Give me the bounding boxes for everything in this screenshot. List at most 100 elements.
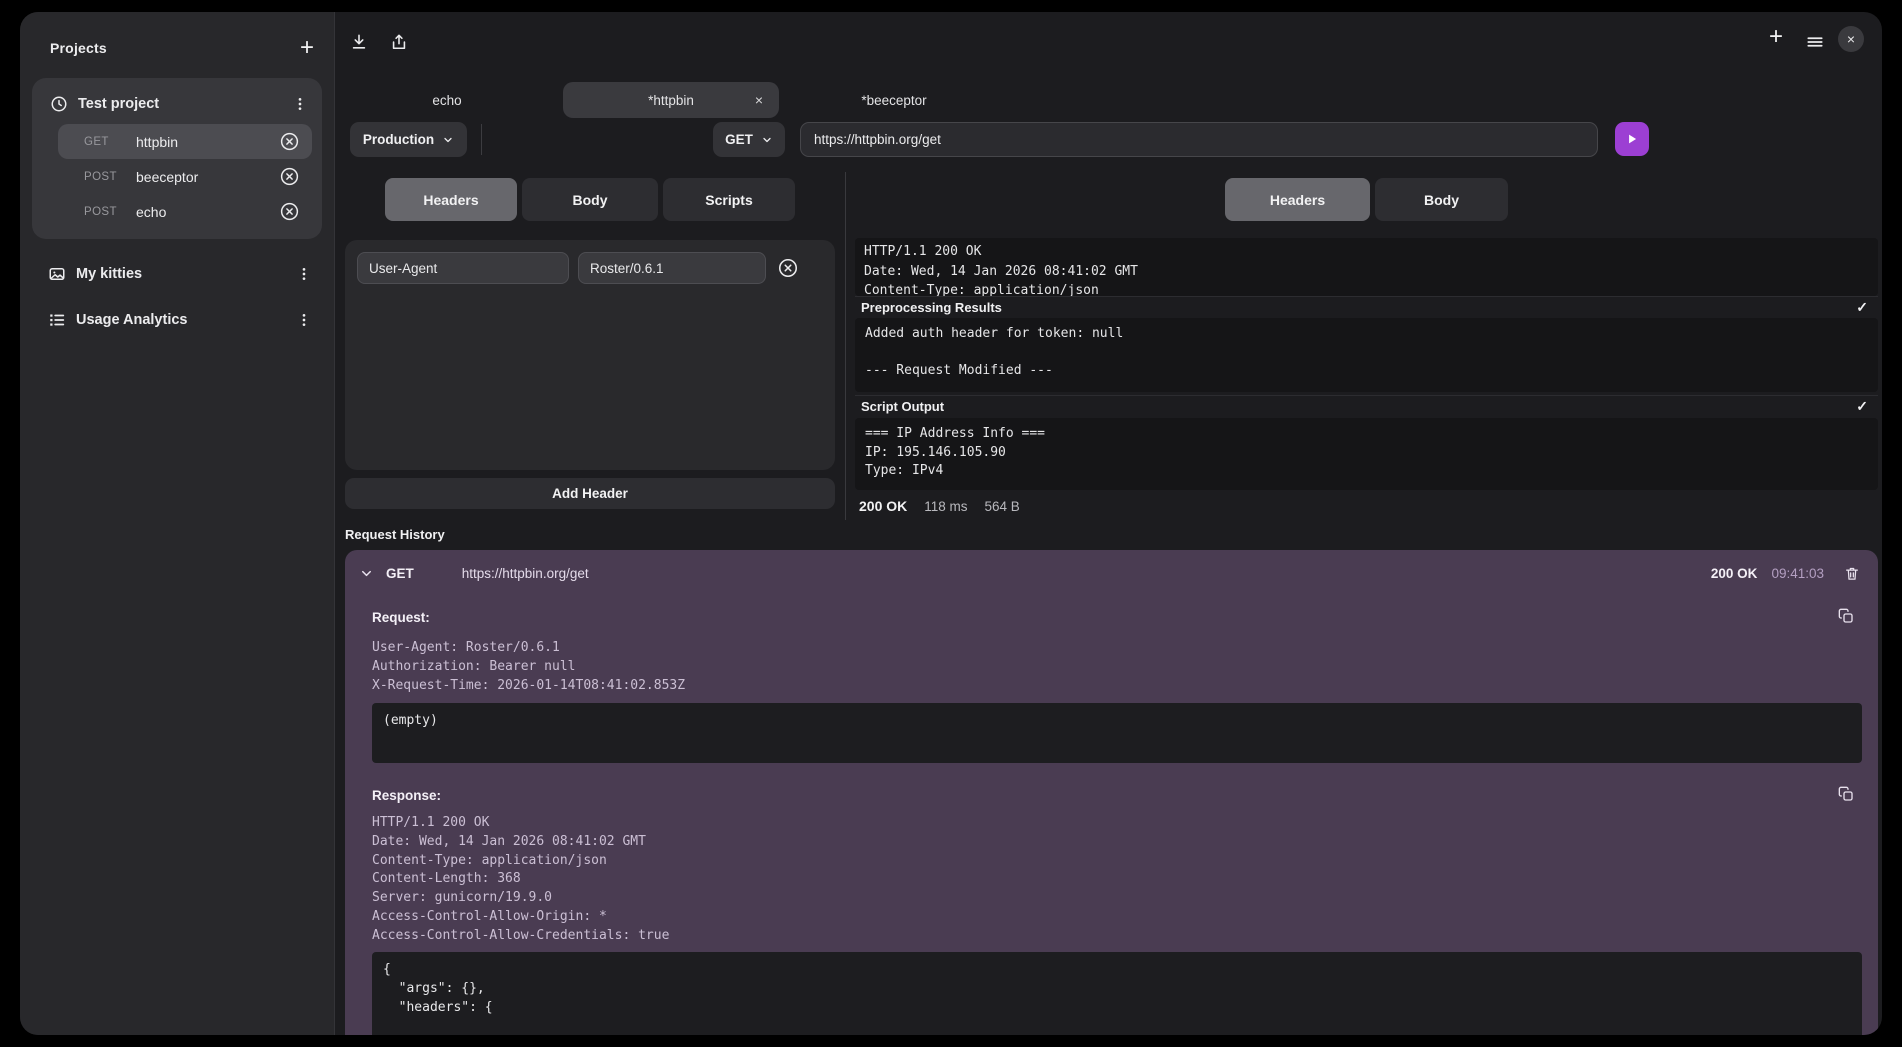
sidebar-header: Projects + — [32, 26, 322, 70]
tab-request-scripts[interactable]: Scripts — [663, 178, 795, 221]
kebab-icon — [292, 96, 308, 112]
share-button[interactable] — [387, 30, 411, 54]
trash-icon — [1844, 565, 1860, 582]
request-headers-text: User-Agent: Roster/0.6.1 Authorization: … — [372, 638, 685, 695]
sidebar-item-label: My kitties — [76, 266, 284, 282]
tab-request-body[interactable]: Body — [522, 178, 658, 221]
remove-header-button[interactable] — [775, 255, 801, 281]
request-body-box: (empty) — [372, 703, 1862, 763]
kebab-icon — [296, 266, 312, 282]
close-icon: × — [1847, 31, 1855, 47]
sidebar-item-usage-analytics[interactable]: Usage Analytics — [32, 297, 322, 343]
request-item-echo[interactable]: POST echo — [58, 194, 312, 229]
preprocessing-output: Added auth header for token: null --- Re… — [855, 318, 1878, 392]
tab-close-button[interactable]: × — [755, 92, 763, 108]
copy-request-button[interactable] — [1836, 606, 1856, 626]
download-button[interactable] — [347, 30, 371, 54]
copy-response-button[interactable] — [1836, 784, 1856, 804]
my-kitties-menu-button[interactable] — [294, 264, 314, 284]
url-input[interactable] — [800, 122, 1598, 157]
remove-request-button[interactable] — [277, 129, 302, 154]
tab-request-headers[interactable]: Headers — [385, 178, 517, 221]
method-label: GET — [725, 132, 753, 147]
image-icon — [48, 265, 66, 283]
clock-icon — [50, 95, 68, 113]
project-group-header[interactable]: Test project — [42, 84, 312, 124]
response-section-label: Response: — [372, 788, 441, 803]
header-key-input[interactable] — [357, 252, 569, 284]
add-project-button[interactable]: + — [298, 36, 316, 60]
request-history-title: Request History — [345, 527, 445, 542]
history-url: https://httpbin.org/get — [462, 566, 589, 581]
tab-label: *beeceptor — [861, 93, 926, 108]
method-select[interactable]: GET — [713, 122, 785, 157]
script-output-section-header: Script Output ✓ — [855, 395, 1878, 417]
history-entry: GET https://httpbin.org/get 200 OK 09:41… — [345, 550, 1878, 1035]
play-icon — [1625, 132, 1639, 146]
response-status-bar: 200 OK 118 ms 564 B — [859, 498, 1020, 514]
preprocessing-title: Preprocessing Results — [861, 300, 1002, 315]
header-row — [357, 252, 823, 284]
close-icon: × — [755, 92, 763, 108]
environment-select[interactable]: Production — [350, 122, 467, 157]
history-method: GET — [386, 566, 414, 581]
response-headers-preview: HTTP/1.1 200 OK Date: Wed, 14 Jan 2026 0… — [855, 238, 1878, 296]
status-time: 118 ms — [924, 499, 967, 514]
request-name: echo — [136, 204, 277, 220]
history-time: 09:41:03 — [1771, 566, 1824, 581]
header-value-input[interactable] — [578, 252, 766, 284]
chevron-down-icon[interactable] — [359, 566, 374, 581]
project-menu-button[interactable] — [290, 94, 310, 114]
request-method-label: POST — [84, 206, 136, 218]
request-name: httpbin — [136, 134, 277, 150]
request-section-label: Request: — [372, 610, 430, 625]
delete-history-button[interactable] — [1842, 563, 1862, 584]
remove-icon — [279, 166, 300, 187]
main-area: + × echo *httpbin × *beeceptor Productio… — [335, 12, 1882, 1035]
request-item-httpbin[interactable]: GET httpbin — [58, 124, 312, 159]
close-window-button[interactable]: × — [1838, 26, 1864, 52]
remove-icon — [777, 257, 799, 279]
projects-title: Projects — [50, 40, 107, 56]
history-entry-header[interactable]: GET https://httpbin.org/get 200 OK 09:41… — [345, 550, 1878, 596]
request-panel-tabs: Headers Body Scripts — [345, 178, 835, 221]
new-tab-button[interactable]: + — [1767, 25, 1785, 49]
sidebar-item-label: Usage Analytics — [76, 312, 284, 328]
tab-echo[interactable]: echo — [367, 82, 527, 118]
tab-httpbin[interactable]: *httpbin × — [563, 82, 779, 118]
plus-icon: + — [1769, 27, 1783, 47]
remove-icon — [279, 131, 300, 152]
request-name: beeceptor — [136, 169, 277, 185]
usage-analytics-menu-button[interactable] — [294, 310, 314, 330]
add-header-button[interactable]: Add Header — [345, 478, 835, 509]
download-icon — [349, 32, 369, 52]
tab-response-headers[interactable]: Headers — [1225, 178, 1370, 221]
tab-label: *httpbin — [648, 93, 694, 108]
tab-label: echo — [432, 93, 461, 108]
toolbar-divider — [481, 124, 482, 155]
copy-icon — [1838, 608, 1854, 624]
request-method-label: GET — [84, 136, 136, 148]
remove-request-button[interactable] — [277, 199, 302, 224]
sidebar: Projects + Test project GET httpbin — [20, 12, 335, 1035]
sidebar-item-my-kitties[interactable]: My kitties — [32, 251, 322, 297]
preprocessing-section-header: Preprocessing Results ✓ — [855, 296, 1878, 318]
environment-label: Production — [363, 132, 434, 147]
tab-beeceptor[interactable]: *beeceptor — [799, 82, 989, 118]
menu-icon — [1805, 32, 1825, 52]
app-window: Projects + Test project GET httpbin — [20, 12, 1882, 1035]
script-output-text: === IP Address Info === IP: 195.146.105.… — [855, 418, 1878, 490]
response-panel-tabs: Headers Body — [855, 178, 1878, 221]
request-method-label: POST — [84, 171, 136, 183]
menu-button[interactable] — [1803, 30, 1827, 54]
tab-response-body[interactable]: Body — [1375, 178, 1508, 221]
send-button[interactable] — [1615, 122, 1649, 156]
remove-icon — [279, 201, 300, 222]
copy-icon — [1838, 786, 1854, 802]
status-size: 564 B — [985, 499, 1020, 514]
project-name: Test project — [78, 96, 280, 112]
plus-icon: + — [300, 38, 314, 58]
share-icon — [389, 32, 409, 52]
remove-request-button[interactable] — [277, 164, 302, 189]
request-item-beeceptor[interactable]: POST beeceptor — [58, 159, 312, 194]
